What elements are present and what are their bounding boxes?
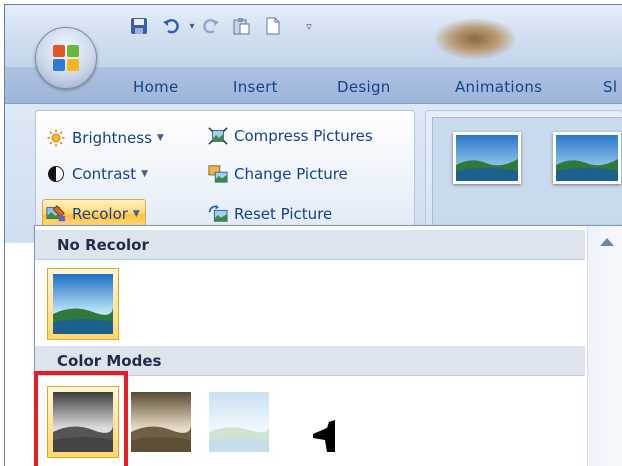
tab-home[interactable]: Home [133,78,179,96]
contrast-icon [46,164,66,184]
save-icon[interactable] [129,17,149,37]
compress-pictures-button[interactable]: Compress Pictures [208,123,373,149]
recolor-icon [46,204,66,224]
tab-animations[interactable]: Animations [455,78,542,96]
ribbon-tabs: Home Insert Design Animations Sl [5,67,622,103]
sepia-option[interactable] [125,386,197,458]
chevron-down-icon: ▼ [132,209,140,219]
office-button[interactable] [35,27,97,89]
undo-icon[interactable] [161,17,181,37]
sepia-thumbnail [131,392,191,452]
change-picture-button[interactable]: Change Picture [208,161,348,187]
reset-picture-icon [208,204,228,224]
black-and-white-option[interactable] [281,386,353,458]
brightness-label: Brightness [72,129,152,147]
change-picture-icon [208,164,228,184]
tab-design[interactable]: Design [337,78,391,96]
picture-style-thumbnail[interactable] [553,132,621,184]
black-and-white-thumbnail [287,392,347,452]
reset-picture-button[interactable]: Reset Picture [208,201,332,227]
picture-styles-gallery [432,117,622,229]
scroll-up-icon[interactable] [600,238,614,246]
undo-dropdown-icon[interactable]: ▾ [182,17,202,37]
no-recolor-header: No Recolor [35,230,585,260]
picture-thumbnail [53,274,113,334]
brightness-icon [46,128,66,148]
gallery-scrollbar[interactable] [587,226,622,466]
contrast-label: Contrast [72,165,137,183]
chevron-down-icon: ▼ [141,169,149,179]
redo-icon[interactable] [201,17,221,37]
adjust-group: Brightness ▼ Contrast ▼ Recolor ▼ Compre… [35,110,415,234]
paste-icon[interactable] [231,17,251,37]
office-logo-icon [53,45,79,71]
picture-styles-group [425,110,622,234]
no-recolor-option[interactable] [47,268,119,340]
new-document-icon[interactable] [263,17,283,37]
title-bar: ▾ ▿ [5,5,622,67]
picture-style-thumbnail[interactable] [453,132,521,184]
tab-insert[interactable]: Insert [233,78,278,96]
reset-picture-label: Reset Picture [234,205,333,223]
compress-pictures-label: Compress Pictures [234,127,373,145]
title-bar-decoration [435,19,515,59]
customize-qat-icon[interactable]: ▿ [299,17,319,37]
annotation-highlight-box [34,371,128,466]
recolor-label: Recolor [72,205,128,223]
change-picture-label: Change Picture [234,165,348,183]
chevron-down-icon: ▼ [156,133,164,143]
washout-thumbnail [209,392,269,452]
washout-option[interactable] [203,386,275,458]
compress-pictures-icon [208,126,228,146]
contrast-button[interactable]: Contrast ▼ [46,161,148,187]
brightness-button[interactable]: Brightness ▼ [46,125,164,151]
tab-slide-show[interactable]: Sl [603,78,617,96]
ribbon: Brightness ▼ Contrast ▼ Recolor ▼ Compre… [5,103,622,243]
